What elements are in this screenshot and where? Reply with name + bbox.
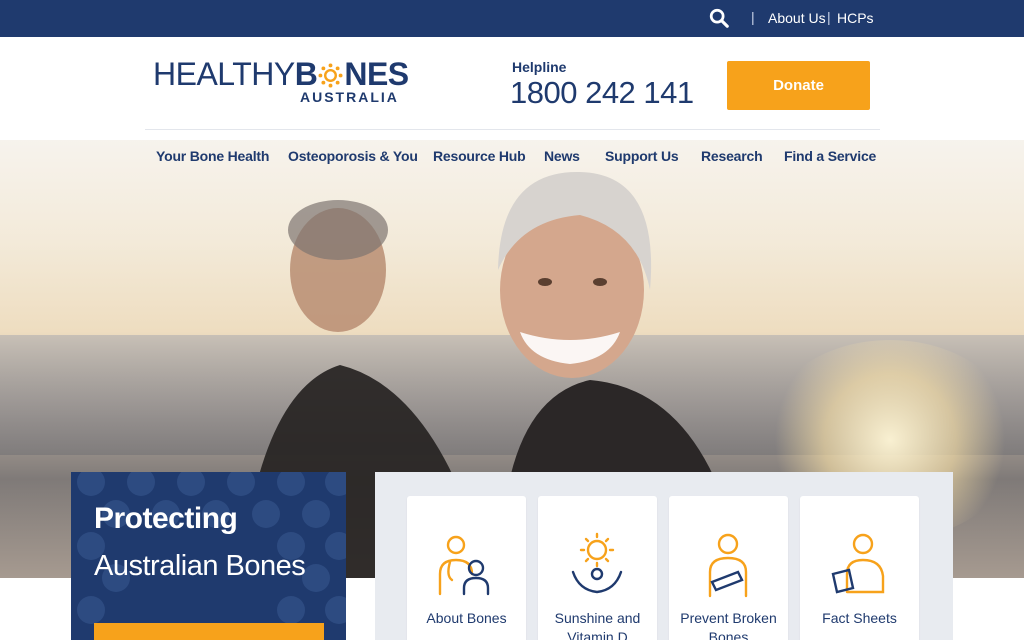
donate-button[interactable]: Donate xyxy=(727,61,870,110)
nav-news[interactable]: News xyxy=(544,148,580,164)
quick-link-label: About Bones xyxy=(426,610,507,626)
nav-your-bone-health[interactable]: Your Bone Health xyxy=(156,148,269,164)
promo-subheading: Australian Bones xyxy=(94,550,306,582)
hcps-link[interactable]: HCPs xyxy=(837,10,874,26)
about-us-link[interactable]: About Us xyxy=(768,10,826,26)
nav-research[interactable]: Research xyxy=(701,148,763,164)
divider: | xyxy=(827,9,831,25)
nav-support-us[interactable]: Support Us xyxy=(605,148,679,164)
quick-link-label: Fact Sheets xyxy=(822,610,897,626)
header-divider xyxy=(145,129,880,130)
sun-logo-icon xyxy=(318,63,343,88)
quick-links-panel: About Bones Sunshine and Vitamin D Preve… xyxy=(375,472,953,640)
quick-link-prevent-broken-bones[interactable]: Prevent Broken Bones xyxy=(669,496,788,640)
helpline-label: Helpline xyxy=(512,59,567,75)
logo-subtitle: AUSTRALIA xyxy=(300,89,399,105)
promo-heading: Protecting xyxy=(94,502,238,535)
quick-link-label: Prevent Broken Bones xyxy=(680,610,777,640)
helpline-number[interactable]: 1800 242 141 xyxy=(510,75,694,111)
doctor-patient-icon xyxy=(438,535,490,596)
logo-word-1: HEALTHY xyxy=(153,56,295,92)
quick-link-fact-sheets[interactable]: Fact Sheets xyxy=(800,496,919,640)
site-header: HEALTHYB NES AUSTRALIA Helpline 1800 242… xyxy=(0,37,1024,140)
logo-word-2b: NES xyxy=(344,56,409,92)
healthy-bones-logo[interactable]: HEALTHYB NES AUSTRALIA xyxy=(153,56,409,107)
main-navigation: Your Bone Health Osteoporosis & You Reso… xyxy=(0,140,1024,174)
nav-find-a-service[interactable]: Find a Service xyxy=(784,148,876,164)
divider: | xyxy=(751,9,755,25)
nav-osteoporosis-and-you[interactable]: Osteoporosis & You xyxy=(288,148,418,164)
utility-bar: | About Us | HCPs xyxy=(0,0,1024,37)
promo-cta-button[interactable] xyxy=(94,623,324,640)
quick-link-about-bones[interactable]: About Bones xyxy=(407,496,526,640)
arm-sling-icon xyxy=(708,533,748,598)
search-icon[interactable] xyxy=(708,7,730,29)
nav-resource-hub[interactable]: Resource Hub xyxy=(433,148,526,164)
person-reading-icon xyxy=(831,533,885,594)
logo-word-2a: B xyxy=(294,56,318,92)
hero-promo-card: Protecting Australian Bones xyxy=(71,472,346,640)
quick-link-label: Sunshine and Vitamin D xyxy=(554,610,641,640)
quick-link-sunshine-vitamin-d[interactable]: Sunshine and Vitamin D xyxy=(538,496,657,640)
sun-person-icon xyxy=(571,532,623,594)
